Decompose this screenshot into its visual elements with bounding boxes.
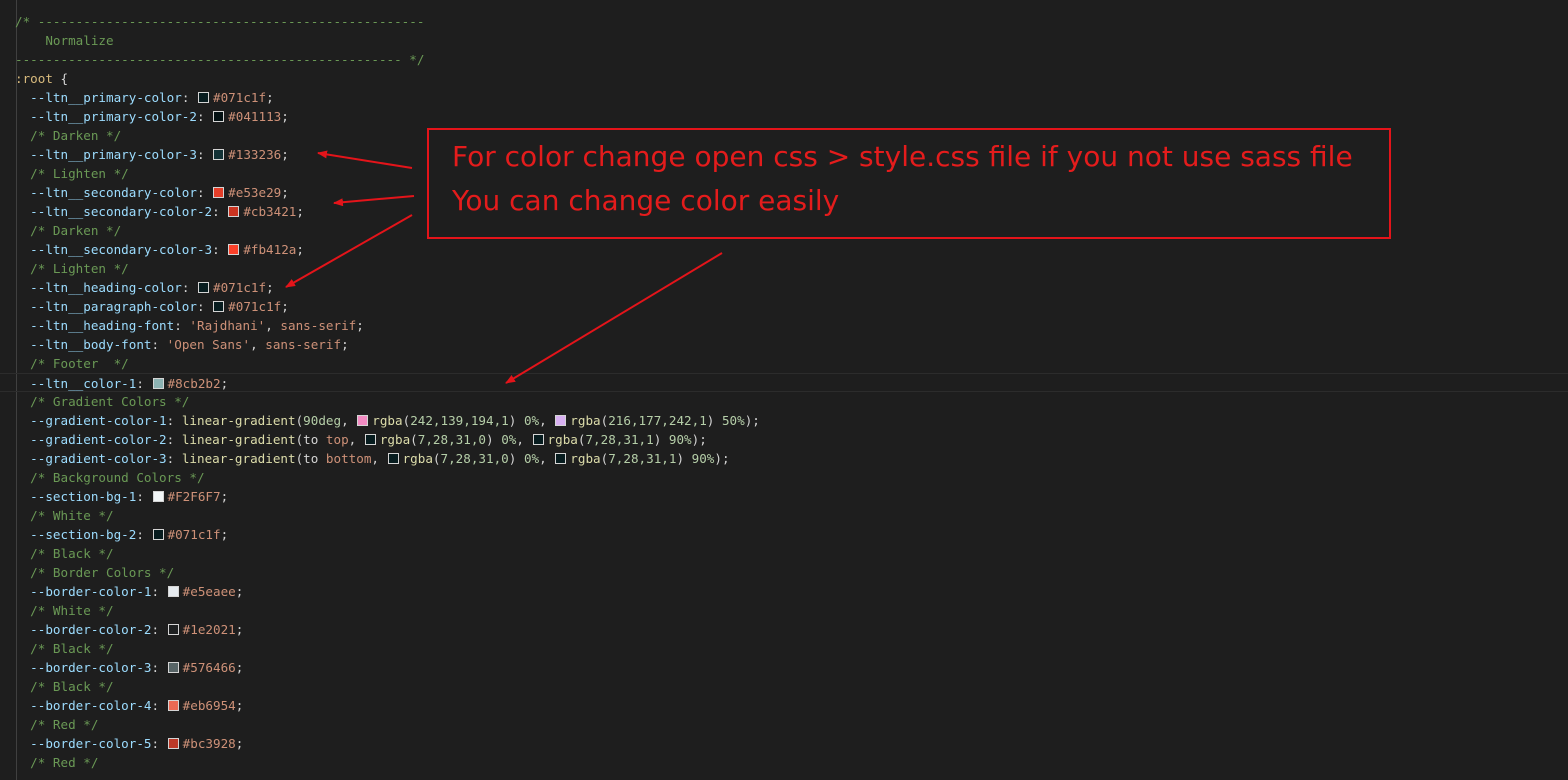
annotation-arrows [285,150,723,384]
arrow-to-primary-color-3 [317,150,413,169]
arrow-to-secondary-color-2 [333,195,415,207]
arrow-to-heading-color [285,214,413,288]
arrow-to-color-1 [505,252,723,384]
